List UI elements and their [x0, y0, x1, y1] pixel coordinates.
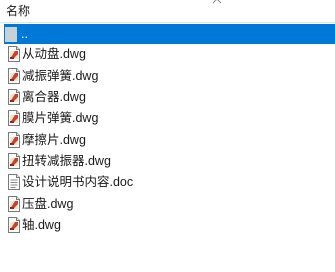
file-name-label: 膜片弹簧.dwg [22, 111, 99, 125]
sort-up-icon [212, 0, 222, 4]
parent-folder-icon [5, 27, 17, 42]
file-row[interactable]: 摩擦片.dwg [5, 130, 335, 150]
dwg-file-icon [8, 46, 20, 62]
file-name-label: 离合器.dwg [22, 90, 86, 104]
doc-file-icon [8, 174, 20, 190]
file-row[interactable]: 从动盘.dwg [5, 44, 335, 64]
name-column-header[interactable]: 名称 [6, 4, 30, 18]
dwg-file-icon [8, 89, 20, 105]
dwg-file-icon [8, 132, 20, 148]
dwg-file-icon [8, 196, 20, 212]
file-name-label: 从动盘.dwg [22, 47, 86, 61]
file-name-label: 压盘.dwg [22, 197, 74, 211]
file-name-label: 摩擦片.dwg [22, 133, 86, 147]
dwg-file-icon [8, 153, 20, 169]
file-name-label: 轴.dwg [22, 218, 61, 232]
file-row[interactable]: 轴.dwg [5, 215, 335, 235]
file-row[interactable]: 膜片弹簧.dwg [5, 108, 335, 128]
dwg-file-icon [8, 217, 20, 233]
column-header[interactable]: 名称 [0, 0, 335, 23]
file-row[interactable]: 设计说明书内容.doc [5, 172, 335, 192]
file-row[interactable]: 压盘.dwg [5, 194, 335, 214]
dwg-file-icon [8, 110, 20, 126]
file-name-label: 设计说明书内容.doc [22, 175, 134, 189]
dwg-file-icon [8, 68, 20, 84]
file-name-label: 减振弹簧.dwg [22, 69, 99, 83]
file-row[interactable]: 扭转减振器.dwg [5, 151, 335, 171]
parent-folder-row[interactable]: .. [4, 24, 335, 44]
file-list-panel: 名称 .. 从动盘.dwg 减振弹簧.dwg 离合器.dwg 膜片弹簧.dwg 摩擦片.d… [0, 0, 335, 272]
file-row[interactable]: 减振弹簧.dwg [5, 66, 335, 86]
file-name-label: 扭转减振器.dwg [22, 154, 111, 168]
file-row[interactable]: 离合器.dwg [5, 87, 335, 107]
file-name-label: .. [21, 27, 28, 41]
